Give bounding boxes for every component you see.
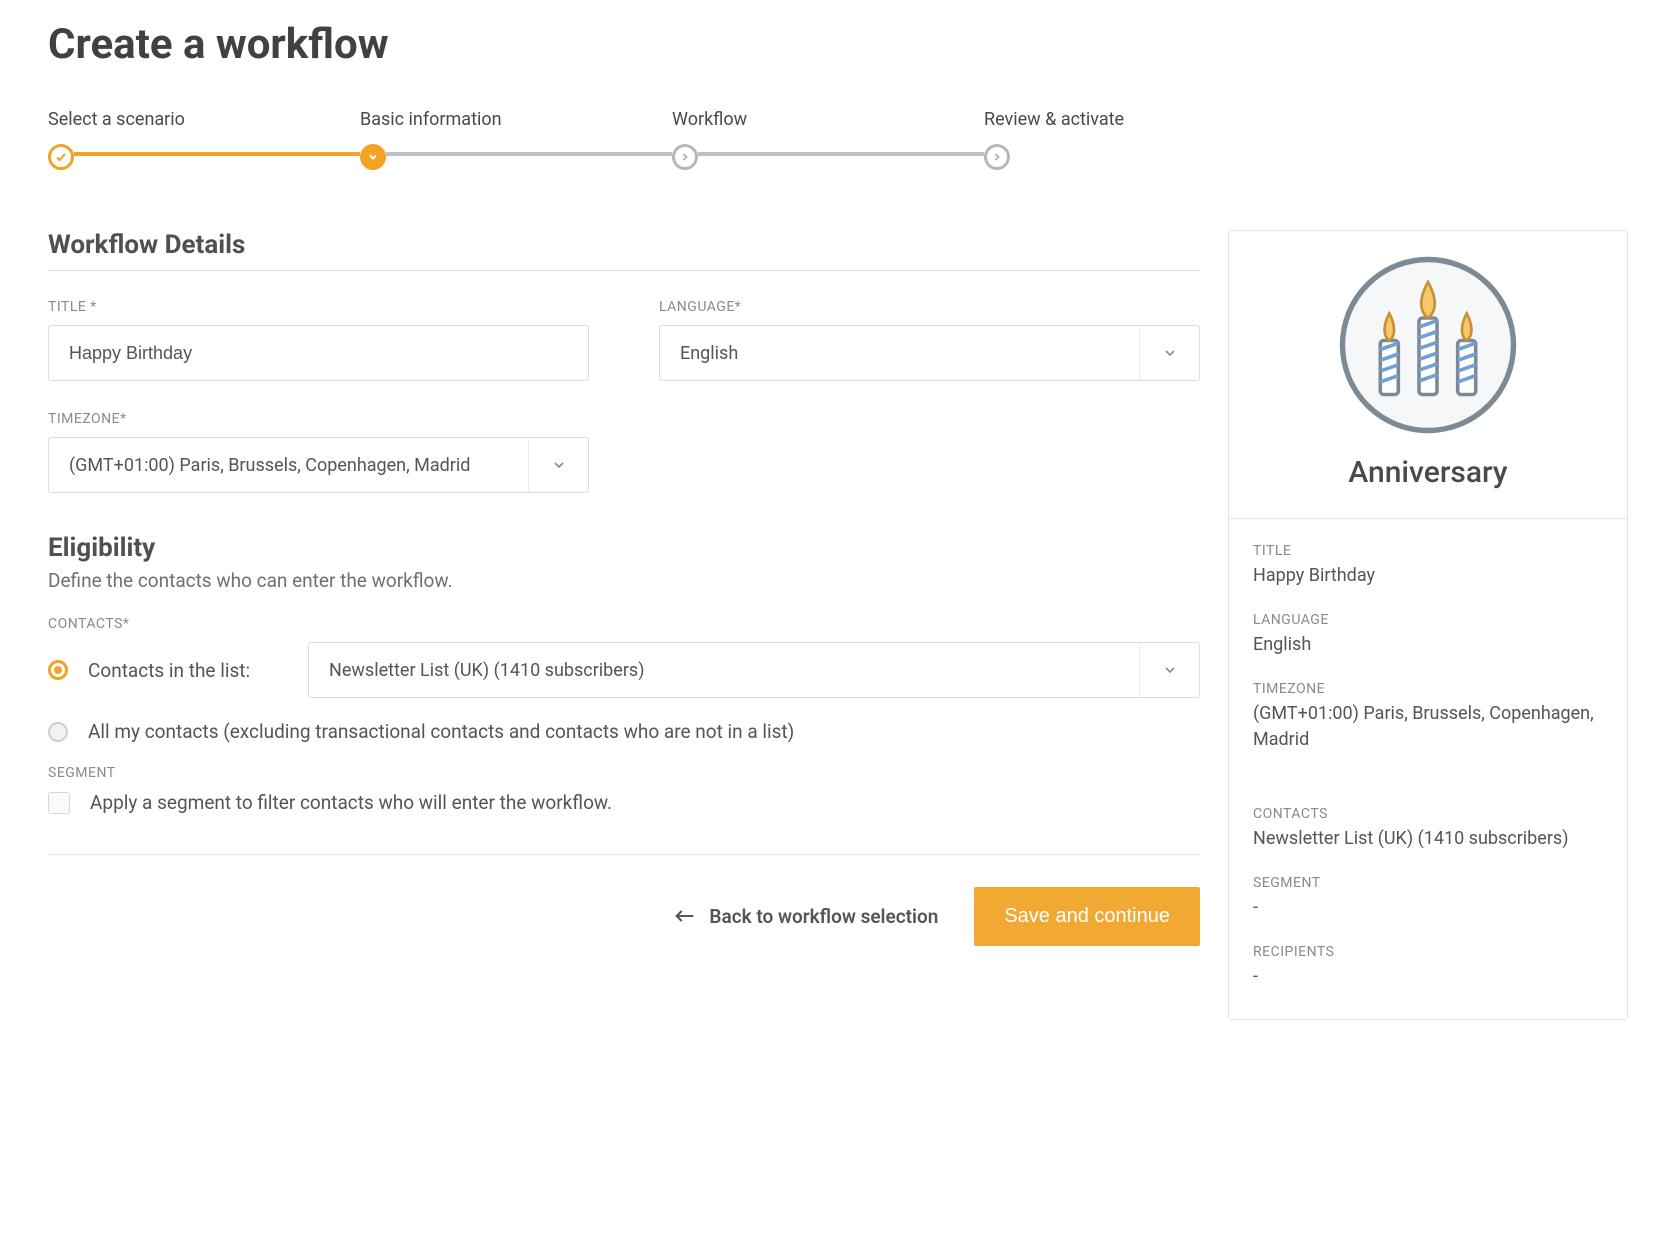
anniversary-candles-icon — [1338, 255, 1518, 435]
summary-title-label: TITLE — [1253, 543, 1603, 559]
chevron-right-icon — [672, 144, 698, 170]
timezone-label: TIMEZONE* — [48, 411, 589, 427]
step-select-scenario[interactable]: Select a scenario — [48, 109, 360, 170]
radio-unchecked-icon — [48, 722, 68, 742]
step-connector — [74, 152, 360, 156]
arrow-left-icon — [675, 905, 695, 928]
chevron-down-icon — [360, 144, 386, 170]
summary-card: Anniversary TITLE Happy Birthday LANGUAG… — [1228, 230, 1628, 1020]
summary-timezone-value: (GMT+01:00) Paris, Brussels, Copenhagen,… — [1253, 701, 1603, 751]
check-icon — [48, 144, 74, 170]
language-value: English — [660, 326, 1139, 380]
title-input[interactable] — [48, 325, 589, 381]
divider — [48, 270, 1200, 271]
chevron-down-icon — [528, 438, 588, 492]
summary-segment-label: SEGMENT — [1253, 875, 1603, 891]
back-label: Back to workflow selection — [709, 905, 938, 928]
section-title-eligibility: Eligibility — [48, 533, 1200, 563]
radio-checked-icon — [48, 660, 68, 680]
eligibility-subtitle: Define the contacts who can enter the wo… — [48, 569, 1200, 592]
back-button[interactable]: Back to workflow selection — [675, 905, 938, 928]
step-connector — [386, 152, 672, 156]
title-label: TITLE * — [48, 299, 589, 315]
wizard-steps: Select a scenario Basic information Work… — [48, 109, 1628, 170]
summary-language-label: LANGUAGE — [1253, 612, 1603, 628]
chevron-down-icon — [1139, 643, 1199, 697]
contacts-list-select[interactable]: Newsletter List (UK) (1410 subscribers) — [308, 642, 1200, 698]
step-label: Select a scenario — [48, 109, 185, 130]
summary-recipients-value: - — [1253, 964, 1603, 989]
step-label: Basic information — [360, 109, 502, 130]
contacts-label: CONTACTS* — [48, 616, 1200, 632]
segment-label: SEGMENT — [48, 765, 1200, 781]
timezone-select[interactable]: (GMT+01:00) Paris, Brussels, Copenhagen,… — [48, 437, 589, 493]
summary-recipients-label: RECIPIENTS — [1253, 944, 1603, 960]
segment-check-label: Apply a segment to filter contacts who w… — [90, 791, 612, 814]
segment-apply-checkbox-row[interactable]: Apply a segment to filter contacts who w… — [48, 791, 1200, 814]
checkbox-unchecked-icon — [48, 792, 70, 814]
summary-segment-value: - — [1253, 895, 1603, 920]
summary-title-value: Happy Birthday — [1253, 563, 1603, 588]
contacts-option-list[interactable]: Contacts in the list: Newsletter List (U… — [48, 642, 1200, 698]
step-review-activate[interactable]: Review & activate — [984, 109, 1124, 170]
step-label: Workflow — [672, 109, 747, 130]
radio-label-list: Contacts in the list: — [88, 659, 288, 682]
page-title: Create a workflow — [48, 20, 1628, 69]
language-select[interactable]: English — [659, 325, 1200, 381]
summary-contacts-label: CONTACTS — [1253, 806, 1603, 822]
summary-scenario-name: Anniversary — [1249, 455, 1607, 490]
step-label: Review & activate — [984, 109, 1124, 130]
contacts-option-all[interactable]: All my contacts (excluding transactional… — [48, 720, 1200, 743]
language-label: LANGUAGE* — [659, 299, 1200, 315]
summary-language-value: English — [1253, 632, 1603, 657]
summary-contacts-value: Newsletter List (UK) (1410 subscribers) — [1253, 826, 1603, 851]
chevron-right-icon — [984, 144, 1010, 170]
contacts-list-value: Newsletter List (UK) (1410 subscribers) — [309, 643, 1139, 697]
chevron-down-icon — [1139, 326, 1199, 380]
save-continue-button[interactable]: Save and continue — [974, 887, 1200, 946]
step-basic-information[interactable]: Basic information — [360, 109, 672, 170]
step-workflow[interactable]: Workflow — [672, 109, 984, 170]
timezone-value: (GMT+01:00) Paris, Brussels, Copenhagen,… — [49, 438, 528, 492]
radio-label-all: All my contacts (excluding transactional… — [88, 720, 794, 743]
step-connector — [698, 152, 984, 156]
section-title-details: Workflow Details — [48, 230, 1200, 260]
summary-timezone-label: TIMEZONE — [1253, 681, 1603, 697]
